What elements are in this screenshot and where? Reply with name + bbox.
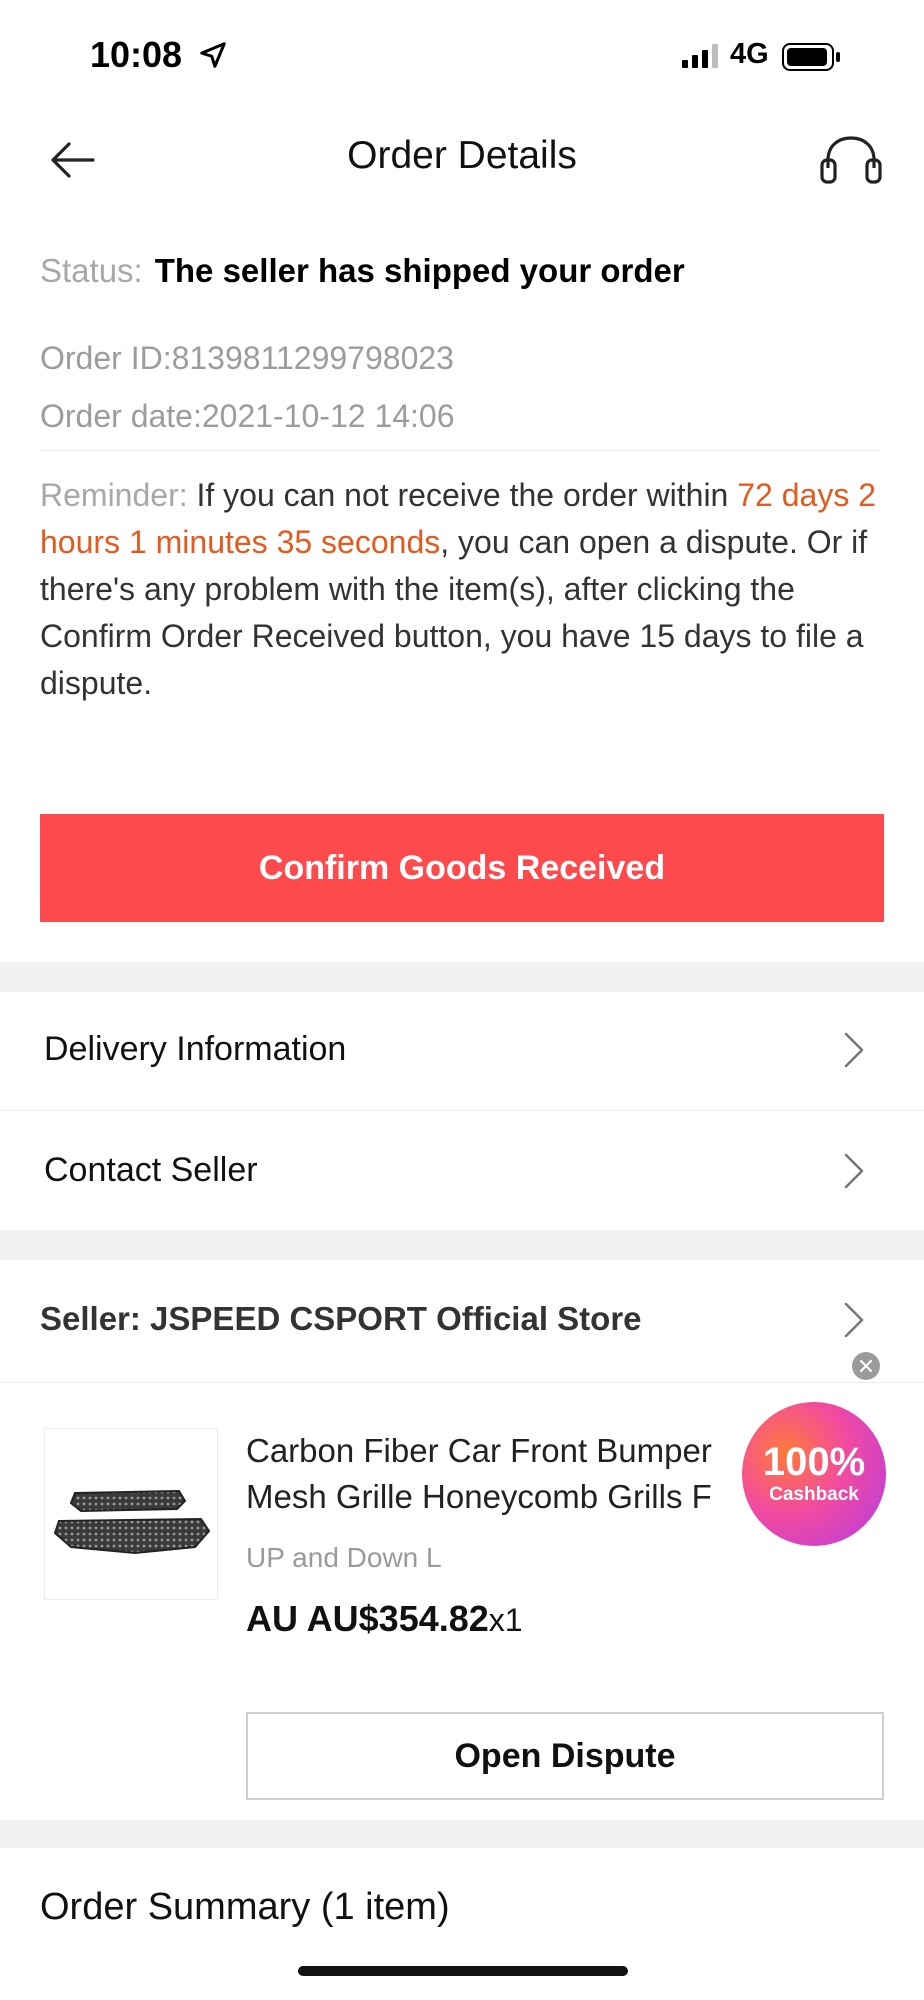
signal-icon <box>682 44 718 68</box>
network-type: 4G <box>730 38 769 70</box>
close-badge-button[interactable] <box>852 1352 880 1380</box>
chevron-right-icon <box>844 1302 864 1338</box>
status-time: 10:08 <box>90 34 183 75</box>
contact-seller-label: Contact Seller <box>44 1151 258 1189</box>
close-icon <box>859 1359 873 1373</box>
headset-icon <box>820 136 882 184</box>
cashback-badge[interactable]: 100% Cashback <box>742 1402 886 1546</box>
section-gap <box>0 1230 924 1260</box>
product-image <box>53 1489 211 1555</box>
home-indicator[interactable] <box>298 1966 628 1976</box>
divider <box>0 1382 924 1383</box>
status-value: The seller has shipped your order <box>154 252 685 289</box>
location-arrow-icon <box>200 42 226 68</box>
battery-icon <box>782 43 840 71</box>
section-gap <box>0 962 924 992</box>
order-date: Order date:2021-10-12 14:06 <box>40 398 455 434</box>
product-title-line-1: Carbon Fiber Car Front Bumper <box>246 1432 712 1469</box>
product-price: AU AU$354.82x1 <box>246 1598 523 1640</box>
delivery-information-label: Delivery Information <box>44 1030 347 1068</box>
divider <box>40 450 880 451</box>
cashback-percent: 100% <box>762 1440 866 1484</box>
chevron-right-icon <box>844 1153 864 1189</box>
chevron-right-icon <box>844 1032 864 1068</box>
status-bar: 10:08 4G <box>0 0 924 110</box>
reminder-label: Reminder: <box>40 477 188 513</box>
price-amount: AU AU$354.82 <box>246 1598 489 1639</box>
quantity: x1 <box>488 1602 523 1638</box>
page-title: Order Details <box>347 134 577 177</box>
customer-service-button[interactable] <box>816 128 886 192</box>
order-summary-title: Order Summary (1 item) <box>40 1886 450 1928</box>
product-title-line-2: Mesh Grille Honeycomb Grills F <box>246 1478 712 1515</box>
order-id: Order ID:8139811299798023 <box>40 340 454 376</box>
section-gap <box>0 1820 924 1848</box>
product-thumbnail[interactable] <box>44 1428 218 1600</box>
open-dispute-button[interactable]: Open Dispute <box>246 1712 884 1800</box>
order-status: Status: The seller has shipped your order <box>40 252 685 290</box>
cashback-label: Cashback <box>769 1484 859 1505</box>
status-label: Status: <box>40 252 143 289</box>
delivery-information-row[interactable]: Delivery Information <box>0 992 924 1110</box>
reminder-text: Reminder: If you can not receive the ord… <box>40 472 890 707</box>
product-variant: UP and Down L <box>246 1542 442 1573</box>
product-title[interactable]: Carbon Fiber Car Front Bumper Mesh Grill… <box>246 1428 766 1520</box>
seller-name: Seller: JSPEED CSPORT Official Store <box>40 1300 642 1337</box>
confirm-goods-received-button[interactable]: Confirm Goods Received <box>40 814 884 922</box>
contact-seller-row[interactable]: Contact Seller <box>0 1111 924 1230</box>
seller-row[interactable]: Seller: JSPEED CSPORT Official Store <box>0 1260 924 1382</box>
reminder-text-before: If you can not receive the order within <box>187 477 738 513</box>
nav-header: Order Details <box>0 110 924 210</box>
